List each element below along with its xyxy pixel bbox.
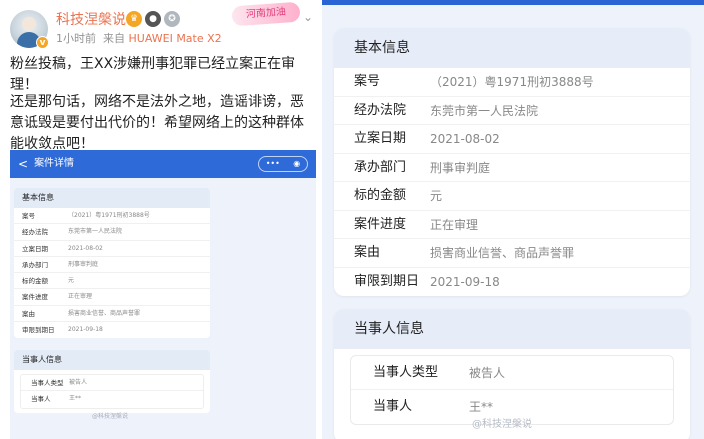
field-label: 案由 (22, 309, 35, 318)
field-label: 审限到期日 (354, 273, 420, 289)
back-arrow-icon: < (18, 157, 29, 171)
more-icon: ••• (265, 159, 280, 168)
field-value: 刑事审判庭 (68, 260, 99, 268)
verified-badge-icon: v (36, 36, 49, 49)
embedded-party-title: 当事人信息 (14, 350, 210, 370)
field-value: 正在审理 (68, 293, 93, 301)
party-type-row: 当事人类型 被告人 (351, 356, 673, 390)
embedded-party-box: 当事人类型 被告人 当事人 王** (20, 374, 204, 409)
department-row: 承办部门 刑事审判庭 (334, 154, 690, 182)
field-label: 案号 (354, 74, 381, 89)
embedded-field-row: 审限到期日 2021-09-18 (14, 322, 210, 338)
field-value: 东莞市第一人民法院 (430, 103, 539, 118)
field-value: （2021）粤1971刑初3888号 (68, 212, 150, 219)
field-value: （2021）粤1971刑初3888号 (430, 75, 594, 89)
medal-badge-icon: ✪ (164, 11, 180, 27)
deadline-row: 审限到期日 2021-09-18 (334, 268, 690, 297)
amount-row: 标的金额 元 (334, 182, 690, 211)
source-prefix: 来自 (103, 32, 125, 45)
panda-badge-icon: ● (145, 11, 161, 27)
embedded-field-row: 案件进度 正在审理 (14, 289, 210, 306)
embedded-field-row: 案由 损害商业信誉、商品声誉罪 (14, 306, 210, 323)
chevron-down-icon[interactable]: ⌄ (303, 10, 313, 24)
field-label: 案件进度 (354, 216, 407, 232)
embedded-field-row: 经办法院 东莞市第一人民法院 (14, 224, 210, 241)
field-label: 标的金额 (354, 188, 407, 203)
field-label: 案由 (354, 245, 381, 260)
post-time: 1小时前 (56, 32, 96, 45)
court-row: 经办法院 东莞市第一人民法院 (334, 97, 690, 125)
field-value: 损害商业信誉、商品声誉罪 (68, 309, 141, 317)
filing-date-row: 立案日期 2021-08-02 (334, 125, 690, 154)
miniprogram-capsule: ••• ◉ (258, 156, 308, 172)
field-value: 元 (430, 189, 443, 203)
party-label: 当事人 (373, 399, 413, 414)
party-label: 当事人类型 (373, 365, 439, 380)
field-value: 刑事审判庭 (430, 160, 491, 175)
avatar-head (22, 17, 36, 31)
field-label: 承办部门 (354, 159, 407, 175)
field-label: 经办法院 (354, 102, 407, 118)
embedded-page-title: 案件详情 (34, 158, 75, 169)
embedded-party-card: 当事人信息 当事人类型 被告人 当事人 王** (14, 350, 210, 413)
party-value: 王** (69, 395, 82, 403)
basic-info-title: 基本信息 (334, 28, 690, 68)
embedded-basic-card: 基本信息 案号 （2021）粤1971刑初3888号 经办法院 东莞市第一人民法院 … (14, 188, 210, 339)
field-value: 2021-08-02 (430, 132, 500, 146)
post-meta: 1小时前 来自 HUAWEI Mate X2 (56, 32, 222, 46)
embedded-field-row: 立案日期 2021-08-02 (14, 241, 210, 257)
field-label: 经办法院 (22, 228, 48, 237)
basic-info-card: 基本信息 案号 （2021）粤1971刑初3888号 经办法院 东莞市第一人民法院 … (334, 28, 690, 296)
field-value: 2021-08-02 (68, 244, 103, 252)
party-label: 当事人类型 (31, 379, 64, 387)
field-value: 损害商业信誉、商品声誉罪 (430, 246, 575, 260)
post-text-paragraph-1: 粉丝投稿，王XX涉嫌刑事犯罪已经立案正在审理！ (10, 56, 296, 93)
field-value: 2021-09-18 (430, 274, 500, 289)
field-value: 元 (68, 277, 75, 285)
field-label: 标的金额 (22, 277, 48, 286)
watermark: @科技涅槃说 (472, 419, 532, 430)
source-device[interactable]: HUAWEI Mate X2 (129, 32, 222, 45)
close-circle-icon: ◉ (293, 159, 301, 168)
field-value: 2021-09-18 (68, 326, 103, 334)
field-label: 承办部门 (22, 260, 48, 269)
embedded-field-row: 承办部门 刑事审判庭 (14, 257, 210, 274)
embedded-basic-title: 基本信息 (14, 188, 210, 208)
party-value: 被告人 (69, 379, 88, 386)
crown-badge-icon: ♛ (126, 11, 142, 27)
top-bar-strip (322, 0, 704, 5)
embedded-nav-bar: < 案件详情 ••• ◉ (10, 150, 316, 178)
party-box: 当事人类型 被告人 当事人 王** (350, 355, 674, 425)
party-label: 当事人 (31, 395, 51, 404)
cause-row: 案由 损害商业信誉、商品声誉罪 (334, 239, 690, 268)
field-value: 正在审理 (430, 217, 479, 232)
party-value: 被告人 (469, 366, 506, 380)
zoomed-screenshot[interactable]: 基本信息 案号 （2021）粤1971刑初3888号 经办法院 东莞市第一人民法院 … (322, 0, 704, 439)
embedded-field-row: 案号 （2021）粤1971刑初3888号 (14, 208, 210, 225)
weibo-post: v 科技涅槃说 ♛ ● ✪ 河南加油 ⌄ 1小时前 来自 HUAWEI Mate… (0, 0, 322, 439)
user-badges: ♛ ● ✪ (126, 11, 180, 27)
field-label: 案号 (22, 212, 35, 220)
field-label: 立案日期 (354, 131, 407, 146)
embedded-party-row: 当事人类型 被告人 (21, 375, 203, 392)
embedded-field-row: 标的金额 元 (14, 273, 210, 290)
progress-row: 案件进度 正在审理 (334, 211, 690, 239)
field-value: 东莞市第一人民法院 (68, 228, 123, 236)
promo-tag[interactable]: 河南加油 (231, 1, 301, 27)
case-number-row: 案号 （2021）粤1971刑初3888号 (334, 68, 690, 97)
field-label: 审限到期日 (22, 326, 55, 335)
party-info-title: 当事人信息 (334, 309, 690, 349)
embedded-party-row: 当事人 王** (21, 391, 203, 407)
field-label: 案件进度 (22, 293, 48, 302)
watermark: @科技涅槃说 (92, 413, 129, 420)
field-label: 立案日期 (22, 244, 48, 253)
username[interactable]: 科技涅槃说 (56, 11, 126, 29)
post-text-paragraph-2: 还是那句话，网络不是法外之地，造谣诽谤，恶意诋毁是要付出代价的！希望网络上的这种… (10, 94, 304, 152)
embedded-screenshot[interactable]: < 案件详情 ••• ◉ 基本信息 案号 （2021）粤1971刑初3888号 经… (10, 150, 316, 439)
